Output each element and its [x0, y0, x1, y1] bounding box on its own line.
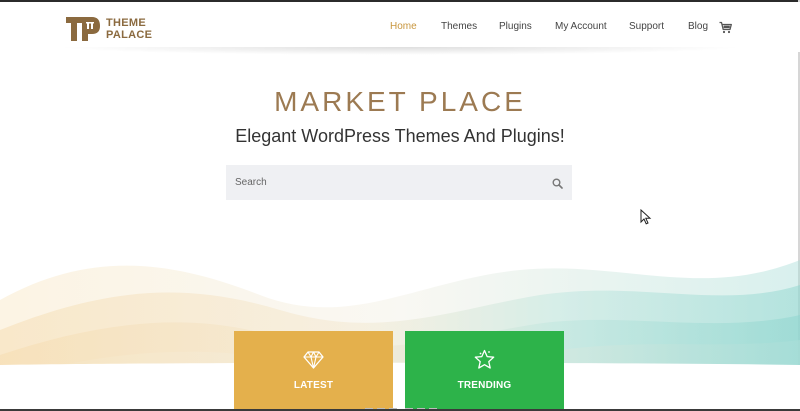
hero-subtitle: Elegant WordPress Themes And Plugins!: [235, 126, 565, 146]
latest-card[interactable]: LATEST: [234, 331, 393, 411]
star-icon: [474, 349, 495, 369]
header-shadow: [55, 47, 745, 55]
nav-my-account[interactable]: My Account: [555, 21, 607, 32]
latest-card-label: LATEST: [293, 380, 334, 391]
hero-title: MARKET PLACE: [274, 86, 526, 117]
cart-icon[interactable]: [719, 21, 732, 34]
site-header: THEME PALACE Home Themes Plugins My Acco…: [0, 2, 800, 52]
nav-plugins[interactable]: Plugins: [499, 21, 532, 32]
nav-themes[interactable]: Themes: [441, 21, 477, 32]
diamond-icon: [303, 351, 324, 369]
search-input[interactable]: [226, 165, 536, 200]
search-bar: [226, 165, 572, 200]
nav-blog[interactable]: Blog: [688, 21, 708, 32]
decorative-waves-background: [0, 260, 800, 411]
main-nav: Home Themes Plugins My Account Support B…: [0, 21, 800, 37]
trending-card-label: TRENDING: [457, 380, 512, 391]
nav-support[interactable]: Support: [629, 21, 664, 32]
search-icon[interactable]: [552, 178, 563, 189]
nav-home[interactable]: Home: [390, 21, 417, 32]
mouse-cursor-icon: [640, 209, 652, 225]
trending-card[interactable]: TRENDING: [405, 331, 564, 411]
